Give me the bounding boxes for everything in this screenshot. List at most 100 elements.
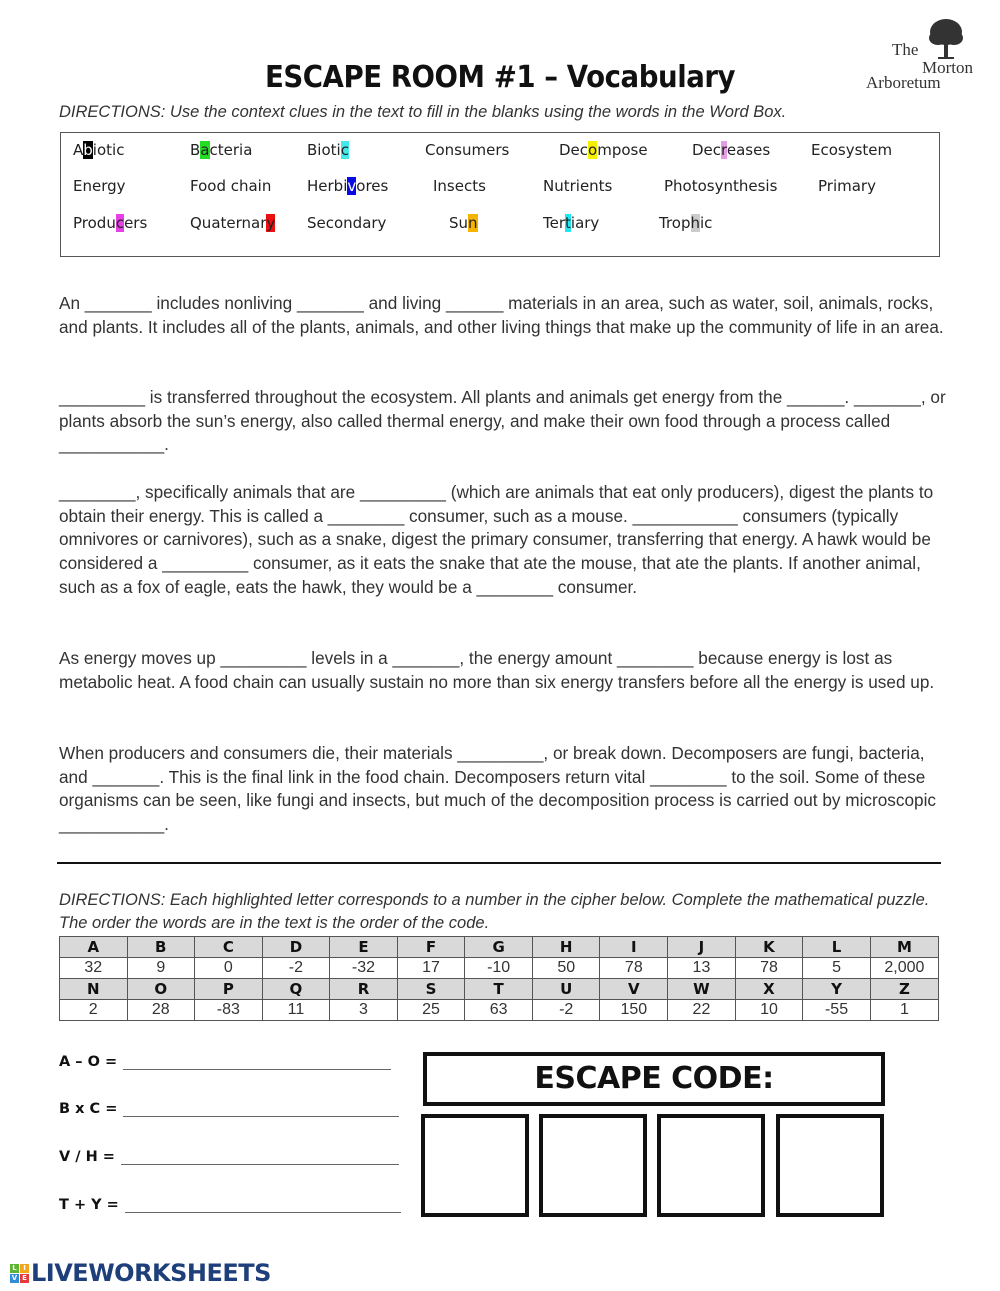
cipher-value: 13 <box>667 957 736 979</box>
word-text: Ecosystem <box>811 141 893 159</box>
tree-icon <box>929 19 963 59</box>
cipher-letter: O <box>126 978 196 1000</box>
paragraph-consumers[interactable]: ________, specifically animals that are … <box>59 481 949 600</box>
word-text: A <box>73 141 84 159</box>
word-box-item: Tertiary <box>543 214 599 232</box>
equation-answer-field[interactable] <box>123 1055 392 1070</box>
word-box-item: Energy <box>73 177 126 195</box>
cipher-value: -55 <box>802 999 871 1021</box>
word-box-item: Photosynthesis <box>664 177 777 195</box>
equation-t-plus-y: T + Y = <box>59 1197 401 1213</box>
word-text: Bioti <box>307 141 341 159</box>
paragraph-energy[interactable]: _________ is transferred throughout the … <box>59 386 949 457</box>
word-box-item: Nutrients <box>543 177 612 195</box>
cipher-letter: T <box>464 978 533 1000</box>
cipher-letter: Z <box>869 978 940 1000</box>
word-text: ores <box>356 177 389 195</box>
equation-b-times-c: B x C = <box>59 1101 400 1117</box>
cipher-letter: M <box>869 936 940 958</box>
cipher-value: 28 <box>126 999 196 1021</box>
escape-code-digit-3[interactable] <box>657 1114 765 1217</box>
badge-letter: V <box>10 1273 19 1283</box>
word-text: B <box>190 141 201 159</box>
word-text: Insects <box>433 177 486 195</box>
highlighted-letter: c <box>340 141 349 159</box>
cipher-value: 3 <box>329 999 398 1021</box>
equation-label: T + Y = <box>59 1197 119 1213</box>
cipher-letter: A <box>59 936 128 958</box>
equation-v-divided-by-h: V / H = <box>59 1149 399 1165</box>
word-box: Abiotic Bacteria Biotic Consumers Decompose D… <box>60 132 940 257</box>
equation-label: B x C = <box>59 1101 118 1117</box>
word-text: Ter <box>543 214 566 232</box>
cipher-table: ABCDEFGHIJKLM 32 9 0 -2 -32 17 -10 50 78 13 78 5 2,0… <box>59 936 940 1021</box>
cipher-letter: X <box>734 978 804 1000</box>
cipher-letter: Q <box>261 978 331 1000</box>
highlighted-letter: n <box>468 214 478 232</box>
highlighted-letter: c <box>115 214 125 232</box>
cipher-letter: L <box>802 936 871 958</box>
word-text: Trop <box>659 214 691 232</box>
word-box-item: Abiotic <box>73 141 124 159</box>
paragraph-text: _________ is transferred throughout the … <box>59 387 946 455</box>
cipher-letter: W <box>667 978 736 1000</box>
cipher-letter: B <box>126 936 196 958</box>
badge-letter: I <box>20 1263 29 1273</box>
word-box-item: Primary <box>818 177 876 195</box>
equation-answer-field[interactable] <box>123 1102 400 1117</box>
liveworksheets-brand-text: LIVEWORKSHEETS <box>31 1259 271 1287</box>
escape-code-title: ESCAPE CODE: <box>423 1052 885 1106</box>
equation-answer-field[interactable] <box>124 1198 401 1213</box>
paragraph-text: When producers and consumers die, their … <box>59 743 936 835</box>
word-box-item: Food chain <box>190 177 271 195</box>
paragraph-text: An _______ includes nonliving _______ an… <box>59 293 944 337</box>
cipher-value: -2 <box>531 999 601 1021</box>
cipher-letter: F <box>396 936 466 958</box>
cipher-letter: Y <box>802 978 871 1000</box>
cipher-value: 10 <box>734 999 804 1021</box>
equation-label: A – O = <box>59 1054 118 1070</box>
paragraph-ecosystem[interactable]: An _______ includes nonliving _______ an… <box>59 292 949 339</box>
word-text: mpose <box>597 141 648 159</box>
cipher-letter: S <box>396 978 466 1000</box>
word-text: Photosynthesis <box>664 177 778 195</box>
word-text: Energy <box>73 177 126 195</box>
word-text: Herbi <box>307 177 348 195</box>
badge-letter: E <box>20 1273 29 1283</box>
highlighted-letter: a <box>200 141 210 159</box>
paragraph-trophic-levels[interactable]: As energy moves up _________ levels in a… <box>59 647 949 694</box>
escape-code-digit-2[interactable] <box>539 1114 647 1217</box>
escape-code-digit-4[interactable] <box>776 1114 884 1217</box>
word-text: Su <box>449 214 469 232</box>
cipher-value: 32 <box>59 957 128 979</box>
cipher-value: 0 <box>194 957 263 979</box>
word-text: Quaternar <box>190 214 267 232</box>
highlighted-letter: b <box>83 141 93 159</box>
cipher-value: 11 <box>261 999 331 1021</box>
cipher-value: -32 <box>329 957 398 979</box>
word-text: Consumers <box>425 141 510 159</box>
cipher-value: -2 <box>261 957 331 979</box>
paragraph-decomposers[interactable]: When producers and consumers die, their … <box>59 742 949 837</box>
word-box-item: Insects <box>433 177 486 195</box>
cipher-value: 1 <box>869 999 940 1021</box>
word-text: Produ <box>73 214 116 232</box>
word-text: Nutrients <box>543 177 613 195</box>
highlighted-letter: v <box>347 177 357 195</box>
word-box-item: Secondary <box>307 214 386 232</box>
word-box-item: Sun <box>449 214 478 232</box>
cipher-letters-row-1: ABCDEFGHIJKLM <box>59 936 940 958</box>
highlighted-letter: y <box>266 214 276 232</box>
escape-code-digit-1[interactable] <box>421 1114 529 1217</box>
section-divider <box>57 862 941 864</box>
page-title: ESCAPE ROOM #1 – Vocabulary <box>264 60 736 95</box>
directions-cipher: DIRECTIONS: Each highlighted letter corr… <box>59 891 930 932</box>
cipher-value: -10 <box>464 957 533 979</box>
paragraph-text: ________, specifically animals that are … <box>59 482 934 597</box>
cipher-value: 78 <box>734 957 804 979</box>
word-box-item: Decompose <box>559 141 648 159</box>
equation-answer-field[interactable] <box>120 1150 399 1165</box>
cipher-value: 25 <box>396 999 466 1021</box>
word-box-item: Biotic <box>307 141 349 159</box>
word-text: cteria <box>209 141 253 159</box>
